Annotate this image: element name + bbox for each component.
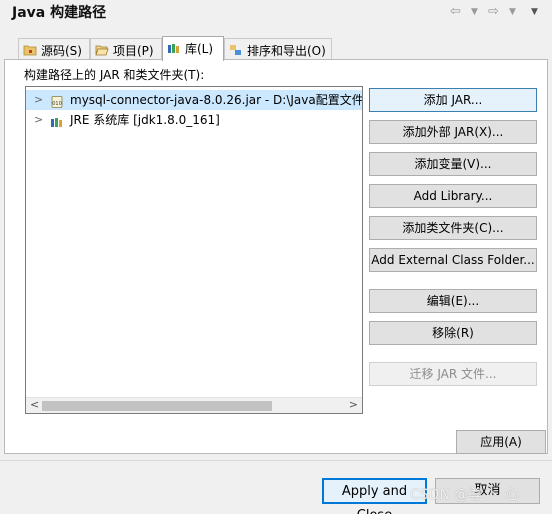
tab-projects[interactable]: 项目(P) (90, 38, 162, 60)
apply-button[interactable]: 应用(A) (456, 430, 546, 454)
forward-menu-icon[interactable]: ▼ (509, 7, 516, 17)
tree-item-label: mysql-connector-java-8.0.26.jar - D:\Jav… (70, 93, 363, 107)
add-class-folder-button[interactable]: 添加类文件夹(C)... (369, 216, 537, 240)
order-export-icon (229, 44, 243, 56)
jar-icon: 010 (50, 94, 64, 108)
view-menu-icon[interactable]: ▼ (531, 7, 538, 17)
library-icon (167, 42, 181, 54)
tab-source[interactable]: 源码(S) (18, 38, 90, 60)
add-jar-button[interactable]: 添加 JAR... (369, 88, 537, 112)
folder-source-icon (23, 44, 37, 56)
tab-source-label: 源码(S) (41, 44, 82, 58)
add-external-jar-button[interactable]: 添加外部 JAR(X)... (369, 120, 537, 144)
back-icon[interactable]: ⇦ (450, 4, 461, 19)
add-external-class-folder-button[interactable]: Add External Class Folder... (369, 248, 537, 272)
tab-bar: 源码(S) 项目(P) 库(L) 排序和导出(O) (18, 36, 538, 61)
divider (0, 460, 552, 461)
library-icon (50, 114, 64, 127)
page-title: Java 构建路径 (12, 5, 107, 21)
tab-libraries-label: 库(L) (185, 42, 214, 56)
back-menu-icon[interactable]: ▼ (471, 7, 478, 17)
add-variable-button[interactable]: 添加变量(V)... (369, 152, 537, 176)
tree-item-jre[interactable]: > JRE 系统库 [jdk1.8.0_161] (26, 110, 362, 130)
tree-item-mysql-jar[interactable]: > 010 mysql-connector-java-8.0.26.jar - … (26, 90, 363, 110)
libraries-label: 构建路径上的 JAR 和类文件夹(T): (24, 68, 205, 82)
svg-text:010: 010 (52, 101, 62, 107)
tab-libraries[interactable]: 库(L) (162, 36, 224, 61)
cancel-button[interactable]: 取消 (435, 478, 540, 504)
scroll-right-icon[interactable]: > (349, 398, 358, 411)
edit-button[interactable]: 编辑(E)... (369, 289, 537, 313)
scroll-left-icon[interactable]: < (30, 398, 39, 411)
libraries-tree[interactable]: > 010 mysql-connector-java-8.0.26.jar - … (25, 86, 363, 414)
forward-icon[interactable]: ⇨ (488, 4, 499, 19)
tree-item-label: JRE 系统库 [jdk1.8.0_161] (70, 113, 220, 127)
horizontal-scrollbar[interactable]: < > (26, 397, 362, 413)
tab-order-export[interactable]: 排序和导出(O) (224, 38, 332, 60)
tab-projects-label: 项目(P) (113, 44, 154, 58)
migrate-jar-button[interactable]: 迁移 JAR 文件... (369, 362, 537, 386)
scrollbar-thumb[interactable] (42, 401, 272, 411)
remove-button[interactable]: 移除(R) (369, 321, 537, 345)
tab-order-export-label: 排序和导出(O) (247, 44, 326, 58)
expand-arrow-icon[interactable]: > (34, 90, 43, 110)
apply-and-close-button[interactable]: Apply and Close (322, 478, 427, 514)
page-header: Java 构建路径 ⇦ ▼ ⇨ ▼ ▼ (0, 0, 552, 26)
folder-open-icon (95, 44, 109, 56)
expand-arrow-icon[interactable]: > (34, 110, 43, 130)
add-library-button[interactable]: Add Library... (369, 184, 537, 208)
